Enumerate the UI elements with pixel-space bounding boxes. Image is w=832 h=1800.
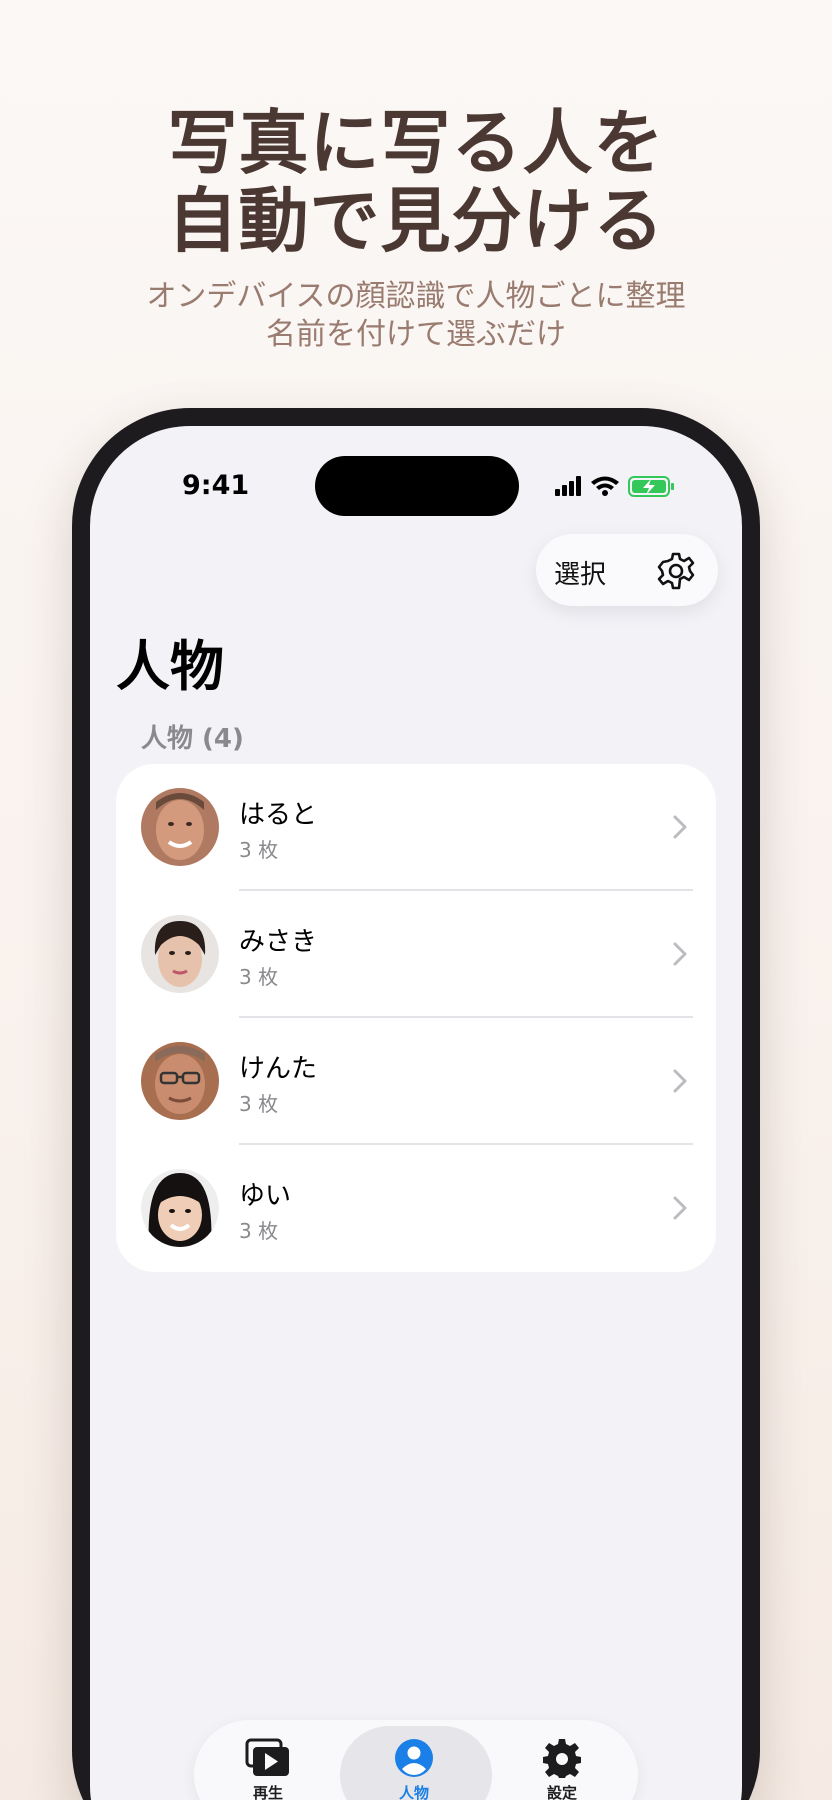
promo-subtitle: オンデバイスの顔認識で人物ごとに整理 名前を付けて選ぶだけ: [0, 278, 832, 354]
tab-label: 人物: [398, 1784, 429, 1800]
avatar: [141, 788, 219, 866]
headline-line-2: 自動で見分ける: [167, 180, 665, 262]
cellular-signal-icon: [555, 476, 581, 496]
phone-frame: 9:41 選択 人物 人物 (4) はると 3 枚 みさき 3 枚 けんた 3 …: [72, 408, 760, 1800]
people-list: はると 3 枚 みさき 3 枚 けんた 3 枚 ゆい 3 枚: [116, 764, 716, 1272]
chevron-right-icon: [673, 815, 687, 839]
page-title: 人物: [116, 635, 224, 698]
tab-bar: 再生 人物 設定: [194, 1720, 638, 1800]
tab-label: 再生: [252, 1784, 283, 1800]
person-name: はると: [239, 800, 318, 830]
photo-count: 3 枚: [239, 1219, 279, 1243]
photo-count: 3 枚: [239, 838, 279, 862]
tab-people[interactable]: 人物: [340, 1720, 492, 1800]
person-name: ゆい: [239, 1181, 292, 1211]
select-button[interactable]: 選択: [554, 554, 606, 591]
avatar: [141, 1042, 219, 1120]
avatar: [141, 915, 219, 993]
person-icon: [395, 1739, 433, 1777]
headline-line-1: 写真に写る人を: [167, 102, 665, 184]
subtitle-line-2: 名前を付けて選ぶだけ: [266, 317, 566, 352]
phone-screen: 9:41 選択 人物 人物 (4) はると 3 枚 みさき 3 枚 けんた 3 …: [90, 426, 742, 1800]
subtitle-line-1: オンデバイスの顔認識で人物ごとに整理: [146, 279, 686, 314]
person-name: けんた: [239, 1054, 318, 1084]
promo-headline: 写真に写る人を 自動で見分ける: [0, 104, 832, 260]
gear-icon[interactable]: [656, 551, 696, 591]
chevron-right-icon: [673, 1196, 687, 1220]
battery-charging-icon: [628, 476, 674, 497]
gear-icon: [543, 1739, 581, 1778]
tab-label: 設定: [546, 1784, 577, 1800]
dynamic-island: [315, 456, 519, 516]
section-header: 人物 (4): [141, 724, 244, 754]
tab-settings[interactable]: 設定: [488, 1720, 636, 1800]
avatar: [141, 1169, 219, 1247]
status-time: 9:41: [182, 470, 250, 501]
play-photos-icon: [245, 1738, 289, 1776]
list-item[interactable]: はると 3 枚: [116, 764, 716, 891]
chevron-right-icon: [673, 1069, 687, 1093]
list-item[interactable]: みさき 3 枚: [116, 891, 716, 1018]
photo-count: 3 枚: [239, 1092, 279, 1116]
person-name: みさき: [239, 927, 318, 957]
photo-count: 3 枚: [239, 965, 279, 989]
toolbar-pill: 選択: [536, 534, 718, 606]
list-item[interactable]: ゆい 3 枚: [116, 1145, 716, 1272]
status-icons: [555, 476, 674, 497]
wifi-icon: [591, 476, 619, 496]
chevron-right-icon: [673, 942, 687, 966]
tab-playback[interactable]: 再生: [194, 1720, 342, 1800]
list-item[interactable]: けんた 3 枚: [116, 1018, 716, 1145]
